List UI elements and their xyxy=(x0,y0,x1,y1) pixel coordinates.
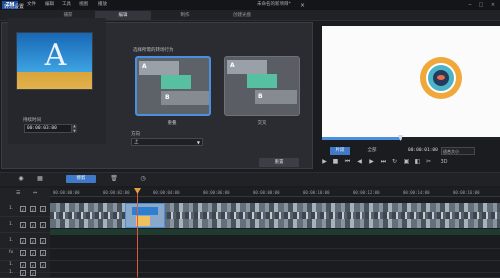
menu-play[interactable]: 播放 xyxy=(98,1,107,9)
track-label: 1. xyxy=(9,206,14,211)
track-visible-checkbox[interactable]: ✓ xyxy=(20,270,26,276)
track-audio-checkbox[interactable]: ✓ xyxy=(40,222,46,228)
ruler-tick: 00:00:04:00 xyxy=(153,190,180,195)
storyboard-icon[interactable]: ▦ xyxy=(35,174,45,184)
clip-b-letter: B xyxy=(258,93,263,100)
track-lock-checkbox[interactable]: ✓ xyxy=(30,270,36,276)
ruler-tick: 00:00:06:00 xyxy=(203,190,230,195)
close-icon[interactable]: × xyxy=(300,2,305,9)
menu-file[interactable]: 文件 xyxy=(27,1,36,9)
track-label: 1. xyxy=(9,222,14,227)
preview-timecode[interactable]: 00:00:01:00 xyxy=(408,147,438,155)
track-visible-checkbox[interactable]: ✓ xyxy=(20,250,26,256)
clock-icon[interactable]: ◷ xyxy=(138,174,148,184)
track-lock-checkbox[interactable]: ✓ xyxy=(30,206,36,212)
track-label: 1. xyxy=(9,270,14,275)
trim-button[interactable]: 修剪 xyxy=(66,175,96,183)
clip-mode-button[interactable]: 片段 xyxy=(330,147,350,155)
thumbnail-letter: A xyxy=(44,38,67,73)
ruler-tick: 00:00:00:00 xyxy=(53,190,80,195)
prev-frame-icon[interactable]: ◀ xyxy=(355,158,364,166)
clip-a-letter: A xyxy=(142,63,147,70)
tab-produce[interactable]: 制作 xyxy=(157,11,213,20)
track-swap-icon[interactable]: ⇔ xyxy=(33,190,37,196)
next-frame-icon[interactable]: ▶ xyxy=(367,158,376,166)
3d-button[interactable]: 3D xyxy=(437,158,451,166)
scrubber-progress xyxy=(322,137,403,140)
snapshot-icon[interactable]: ▣ xyxy=(402,158,411,166)
behavior-label: 选择所需的转场行为 xyxy=(133,48,174,53)
track-audio-checkbox[interactable]: ✓ xyxy=(40,206,46,212)
tab-create-disc[interactable]: 创建光盘 xyxy=(214,11,270,20)
chevron-down-icon: ▼ xyxy=(196,140,200,145)
dialog-title: 转场设置 xyxy=(4,4,25,10)
record-icon[interactable]: ◉ xyxy=(16,174,26,184)
skip-end-icon[interactable]: ⏭ xyxy=(379,158,388,166)
track-lock-checkbox[interactable]: ✓ xyxy=(30,250,36,256)
direction-value: 上 xyxy=(134,140,139,145)
video-clip-thumbnails xyxy=(50,212,500,219)
track-audio-checkbox[interactable]: ✓ xyxy=(40,238,46,244)
ruler-tick: 00:00:14:00 xyxy=(403,190,430,195)
overlap-option[interactable]: A B xyxy=(135,56,211,116)
cut-icon[interactable]: ✂ xyxy=(424,158,433,166)
play-icon[interactable]: ▶ xyxy=(320,158,329,166)
direction-label: 方向 xyxy=(131,132,140,137)
audio-clip[interactable] xyxy=(50,229,500,235)
transition-block xyxy=(161,75,191,89)
menu-bar: ZM 文件 编辑 工具 视图 播放 未命名的新项目* − □ × xyxy=(0,0,500,10)
track-audio-checkbox[interactable]: ✓ xyxy=(40,262,46,268)
zoom-select[interactable]: 适合大小 xyxy=(441,147,475,155)
direction-select[interactable]: 上 ▼ xyxy=(131,138,203,146)
replace-option-label: 交叉 xyxy=(257,121,267,126)
preview-window xyxy=(322,26,500,138)
stop-icon[interactable]: ■ xyxy=(331,158,340,166)
overlap-option-label: 重叠 xyxy=(167,121,177,126)
skip-start-icon[interactable]: ⏮ xyxy=(343,158,352,166)
duration-label: 持续时间 xyxy=(23,118,41,123)
duration-input[interactable]: 00:00:03:00 xyxy=(24,124,72,133)
duration-stepper[interactable]: ▲ ▼ xyxy=(72,124,77,133)
track-visible-checkbox[interactable]: ✓ xyxy=(20,206,26,212)
replace-option[interactable]: A B xyxy=(224,56,300,116)
clip-a-letter: A xyxy=(230,62,235,69)
transition-clip[interactable] xyxy=(125,203,165,228)
preview-scrubber[interactable] xyxy=(322,137,500,140)
maximize-icon[interactable]: □ xyxy=(477,1,485,9)
ruler-tick: 00:00:16:00 xyxy=(453,190,480,195)
transition-block xyxy=(247,74,277,88)
clip-b-letter: B xyxy=(165,94,170,101)
repeat-icon[interactable]: ↻ xyxy=(390,158,399,166)
split-view-icon[interactable]: ◧ xyxy=(413,158,422,166)
minimize-icon[interactable]: − xyxy=(466,1,474,9)
ruler-tick: 00:00:10:00 xyxy=(303,190,330,195)
project-mode-button[interactable]: 全部 xyxy=(362,147,382,155)
track-visible-checkbox[interactable]: ✓ xyxy=(20,262,26,268)
camera-logo-icon xyxy=(420,57,462,99)
menu-edit[interactable]: 编辑 xyxy=(45,1,54,9)
track-audio-checkbox[interactable]: ✓ xyxy=(40,250,46,256)
track-visible-checkbox[interactable]: ✓ xyxy=(20,238,26,244)
ruler-tick: 00:00:12:00 xyxy=(353,190,380,195)
playhead-line xyxy=(137,188,138,277)
track-visible-checkbox[interactable]: ✓ xyxy=(20,222,26,228)
trash-icon[interactable]: 🗑 xyxy=(109,174,119,184)
track-lock-checkbox[interactable]: ✓ xyxy=(30,262,36,268)
menu-tools[interactable]: 工具 xyxy=(62,1,71,9)
reset-button[interactable]: 重置 xyxy=(259,158,299,167)
ruler-tick: 00:00:02:00 xyxy=(103,190,130,195)
menu-view[interactable]: 视图 xyxy=(79,1,88,9)
track-lock-checkbox[interactable]: ✓ xyxy=(30,238,36,244)
close-window-icon[interactable]: × xyxy=(489,1,497,9)
ruler-tick: 00:00:08:00 xyxy=(253,190,280,195)
window-title: 未命名的新项目* xyxy=(257,2,291,7)
track-list-icon[interactable]: ☰ xyxy=(16,190,20,196)
track-lock-checkbox[interactable]: ✓ xyxy=(30,222,36,228)
transition-thumbnail: A xyxy=(16,32,93,90)
